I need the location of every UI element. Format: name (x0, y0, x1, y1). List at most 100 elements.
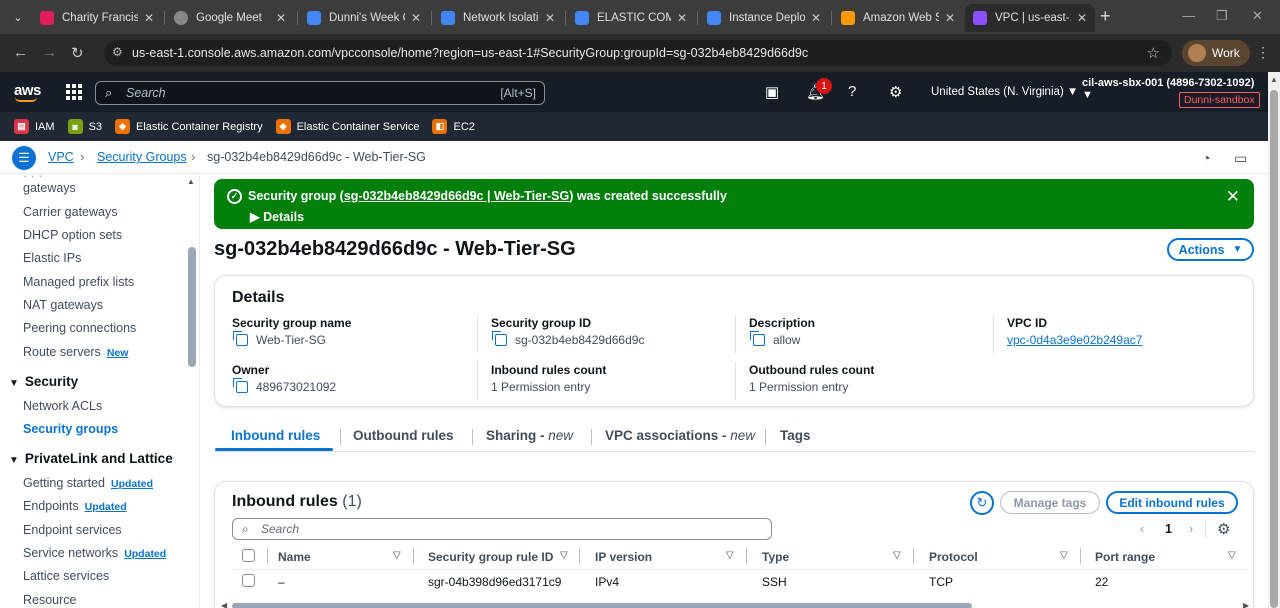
tab-vpc-associations[interactable]: VPC associations - new (605, 428, 755, 443)
bookmark-star-icon[interactable]: ☆ (1147, 44, 1160, 62)
actions-button[interactable]: Actions ▼ (1167, 238, 1254, 261)
close-icon[interactable]: ✕ (1077, 11, 1087, 25)
close-icon[interactable]: ✕ (1226, 187, 1240, 207)
scroll-right-arrow-icon[interactable]: ▶ (1243, 601, 1249, 608)
page-scrollbar-thumb[interactable] (1270, 90, 1278, 608)
sidebar-item-carrier-gateways[interactable]: Carrier gateways (23, 205, 117, 219)
close-icon[interactable]: ✕ (677, 11, 687, 25)
tab-outbound-rules[interactable]: Outbound rules (353, 428, 454, 443)
browser-tab[interactable]: Instance Deploy ✕ (699, 4, 829, 32)
scroll-up-arrow-icon[interactable]: ▲ (1270, 75, 1278, 84)
column-header-ip-version[interactable]: IP version (595, 550, 652, 564)
services-grid-icon[interactable] (66, 84, 82, 100)
sidebar-item-managed-prefix-lists[interactable]: Managed prefix lists (23, 275, 134, 289)
window-close-icon[interactable]: ✕ (1252, 8, 1263, 24)
manage-tags-button[interactable]: Manage tags (1000, 491, 1100, 514)
url-field[interactable]: ⚙ us-east-1.console.aws.amazon.com/vpcco… (104, 40, 1172, 66)
browser-tab[interactable]: Google Meet ✕ (166, 4, 294, 32)
sidebar-item-endpoints[interactable]: Endpoints Updated (23, 499, 127, 513)
copy-icon[interactable] (233, 331, 248, 346)
close-icon[interactable]: ✕ (276, 11, 286, 25)
sidebar-item-peering-connections[interactable]: Peering connections (23, 321, 136, 335)
column-header-type[interactable]: Type (762, 550, 789, 564)
tab-search-menu-icon[interactable]: ⌄ (6, 6, 30, 28)
sidebar-item-endpoint-services[interactable]: Endpoint services (23, 523, 122, 537)
vpc-id-link[interactable]: vpc-0d4a3e9e02b249ac7 (1007, 333, 1142, 347)
page-scrollbar[interactable]: ▲ (1268, 72, 1280, 608)
copy-icon[interactable] (750, 331, 765, 346)
browser-menu-icon[interactable]: ⋮ (1256, 44, 1270, 61)
copy-icon[interactable] (233, 378, 248, 393)
sidebar-item-route-servers[interactable]: Route servers New (23, 345, 128, 359)
reload-icon[interactable]: ↻ (71, 44, 84, 62)
pagination-next-icon[interactable]: › (1189, 522, 1193, 536)
scroll-left-arrow-icon[interactable]: ◀ (221, 601, 227, 608)
select-all-checkbox[interactable] (242, 549, 255, 562)
sidebar-item-lattice-services[interactable]: Lattice services (23, 569, 109, 583)
browser-tab[interactable]: Charity Francis (✕ (32, 4, 162, 32)
sidebar-item-security-groups[interactable]: Security groups (23, 422, 118, 436)
new-tab-plus-icon[interactable]: + (1100, 6, 1111, 27)
browser-tab[interactable]: Network Isolatio ✕ (433, 4, 563, 32)
aws-logo[interactable]: aws (14, 82, 41, 102)
sidebar-item-network-acls[interactable]: Network ACLs (23, 399, 102, 413)
favorite-ec2[interactable]: ◧ EC2 (432, 119, 475, 134)
global-search-input[interactable]: ⌕ Search [Alt+S] (95, 81, 545, 105)
sidebar-item-dhcp-option-sets[interactable]: DHCP option sets (23, 228, 122, 242)
close-icon[interactable]: ✕ (144, 11, 154, 25)
pagination-page-number[interactable]: 1 (1165, 522, 1172, 536)
help-icon[interactable]: ? (848, 83, 856, 100)
sidebar-item-resource[interactable]: Resource (23, 593, 77, 607)
browser-tab[interactable]: Dunni's Week O ✕ (299, 4, 429, 32)
back-arrow-icon[interactable]: ← (13, 44, 28, 61)
tab-sharing[interactable]: Sharing - new (486, 428, 573, 443)
sidebar-item-service-networks[interactable]: Service networks Updated (23, 546, 166, 560)
sort-caret-icon[interactable]: ▽ (1228, 550, 1236, 561)
refresh-icon[interactable]: ↻ (970, 491, 994, 515)
column-header-protocol[interactable]: Protocol (929, 550, 978, 564)
column-header-name[interactable]: Name (278, 550, 311, 564)
favorite-s3[interactable]: ◙ S3 (67, 119, 102, 134)
sort-caret-icon[interactable]: ▽ (1060, 550, 1068, 561)
hamburger-menu-icon[interactable]: ☰ (12, 146, 36, 170)
sort-caret-icon[interactable]: ▽ (893, 550, 901, 561)
flash-details-toggle[interactable]: ▶ Details (250, 209, 304, 224)
favorite-ecs[interactable]: ◈ Elastic Container Service (275, 119, 419, 134)
sidebar-item-gateways[interactable]: gateways (23, 181, 76, 195)
feedback-monitor-icon[interactable]: ▭ (1234, 150, 1247, 167)
breadcrumb-vpc[interactable]: VPC (48, 150, 74, 164)
clock-history-icon[interactable]: ◔ (1202, 150, 1210, 166)
favorite-ecr[interactable]: ◈ Elastic Container Registry (115, 119, 263, 134)
browser-tab-active[interactable]: VPC | us-east-1 ✕ (965, 4, 1095, 32)
close-icon[interactable]: ✕ (411, 11, 421, 25)
forward-arrow-icon[interactable]: → (42, 44, 57, 61)
favorite-iam[interactable]: ▤ IAM (14, 119, 55, 134)
column-header-port-range[interactable]: Port range (1095, 550, 1155, 564)
close-icon[interactable]: ✕ (811, 11, 821, 25)
settings-gear-icon[interactable]: ⚙ (889, 83, 902, 101)
flash-sg-link[interactable]: sg-032b4eb8429d66d9c | Web-Tier-SG (344, 189, 569, 203)
browser-tab[interactable]: Amazon Web Se✕ (833, 4, 963, 32)
table-preferences-gear-icon[interactable]: ⚙ (1217, 520, 1230, 538)
sidebar-item-getting-started[interactable]: Getting started Updated (23, 476, 153, 490)
sidebar-section-privatelink[interactable]: ▼ PrivateLink and Lattice (9, 451, 173, 466)
cloudshell-icon[interactable]: ▣ (765, 83, 779, 101)
region-selector[interactable]: United States (N. Virginia) ▼ (931, 86, 1078, 98)
row-checkbox[interactable] (242, 574, 255, 587)
table-horizontal-scrollbar[interactable] (232, 603, 972, 608)
sort-caret-icon[interactable]: ▽ (560, 550, 568, 561)
maximize-icon[interactable]: ❐ (1216, 8, 1228, 24)
pagination-prev-icon[interactable]: ‹ (1140, 522, 1144, 536)
sidebar-item-nat-gateways[interactable]: NAT gateways (23, 298, 103, 312)
sidebar-scrollbar[interactable] (188, 247, 196, 367)
sidebar-item-elastic-ips[interactable]: Elastic IPs (23, 251, 81, 265)
close-icon[interactable]: ✕ (545, 11, 555, 25)
rules-search-input[interactable]: ⌕ Search (232, 518, 772, 540)
edit-inbound-rules-button[interactable]: Edit inbound rules (1106, 491, 1238, 514)
breadcrumb-security-groups[interactable]: Security Groups (97, 150, 187, 164)
minimize-icon[interactable]: — (1182, 8, 1195, 23)
close-icon[interactable]: ✕ (945, 11, 955, 25)
tab-inbound-rules[interactable]: Inbound rules (231, 428, 320, 443)
column-header-rule-id[interactable]: Security group rule ID (428, 550, 553, 564)
tab-tags[interactable]: Tags (780, 428, 811, 443)
